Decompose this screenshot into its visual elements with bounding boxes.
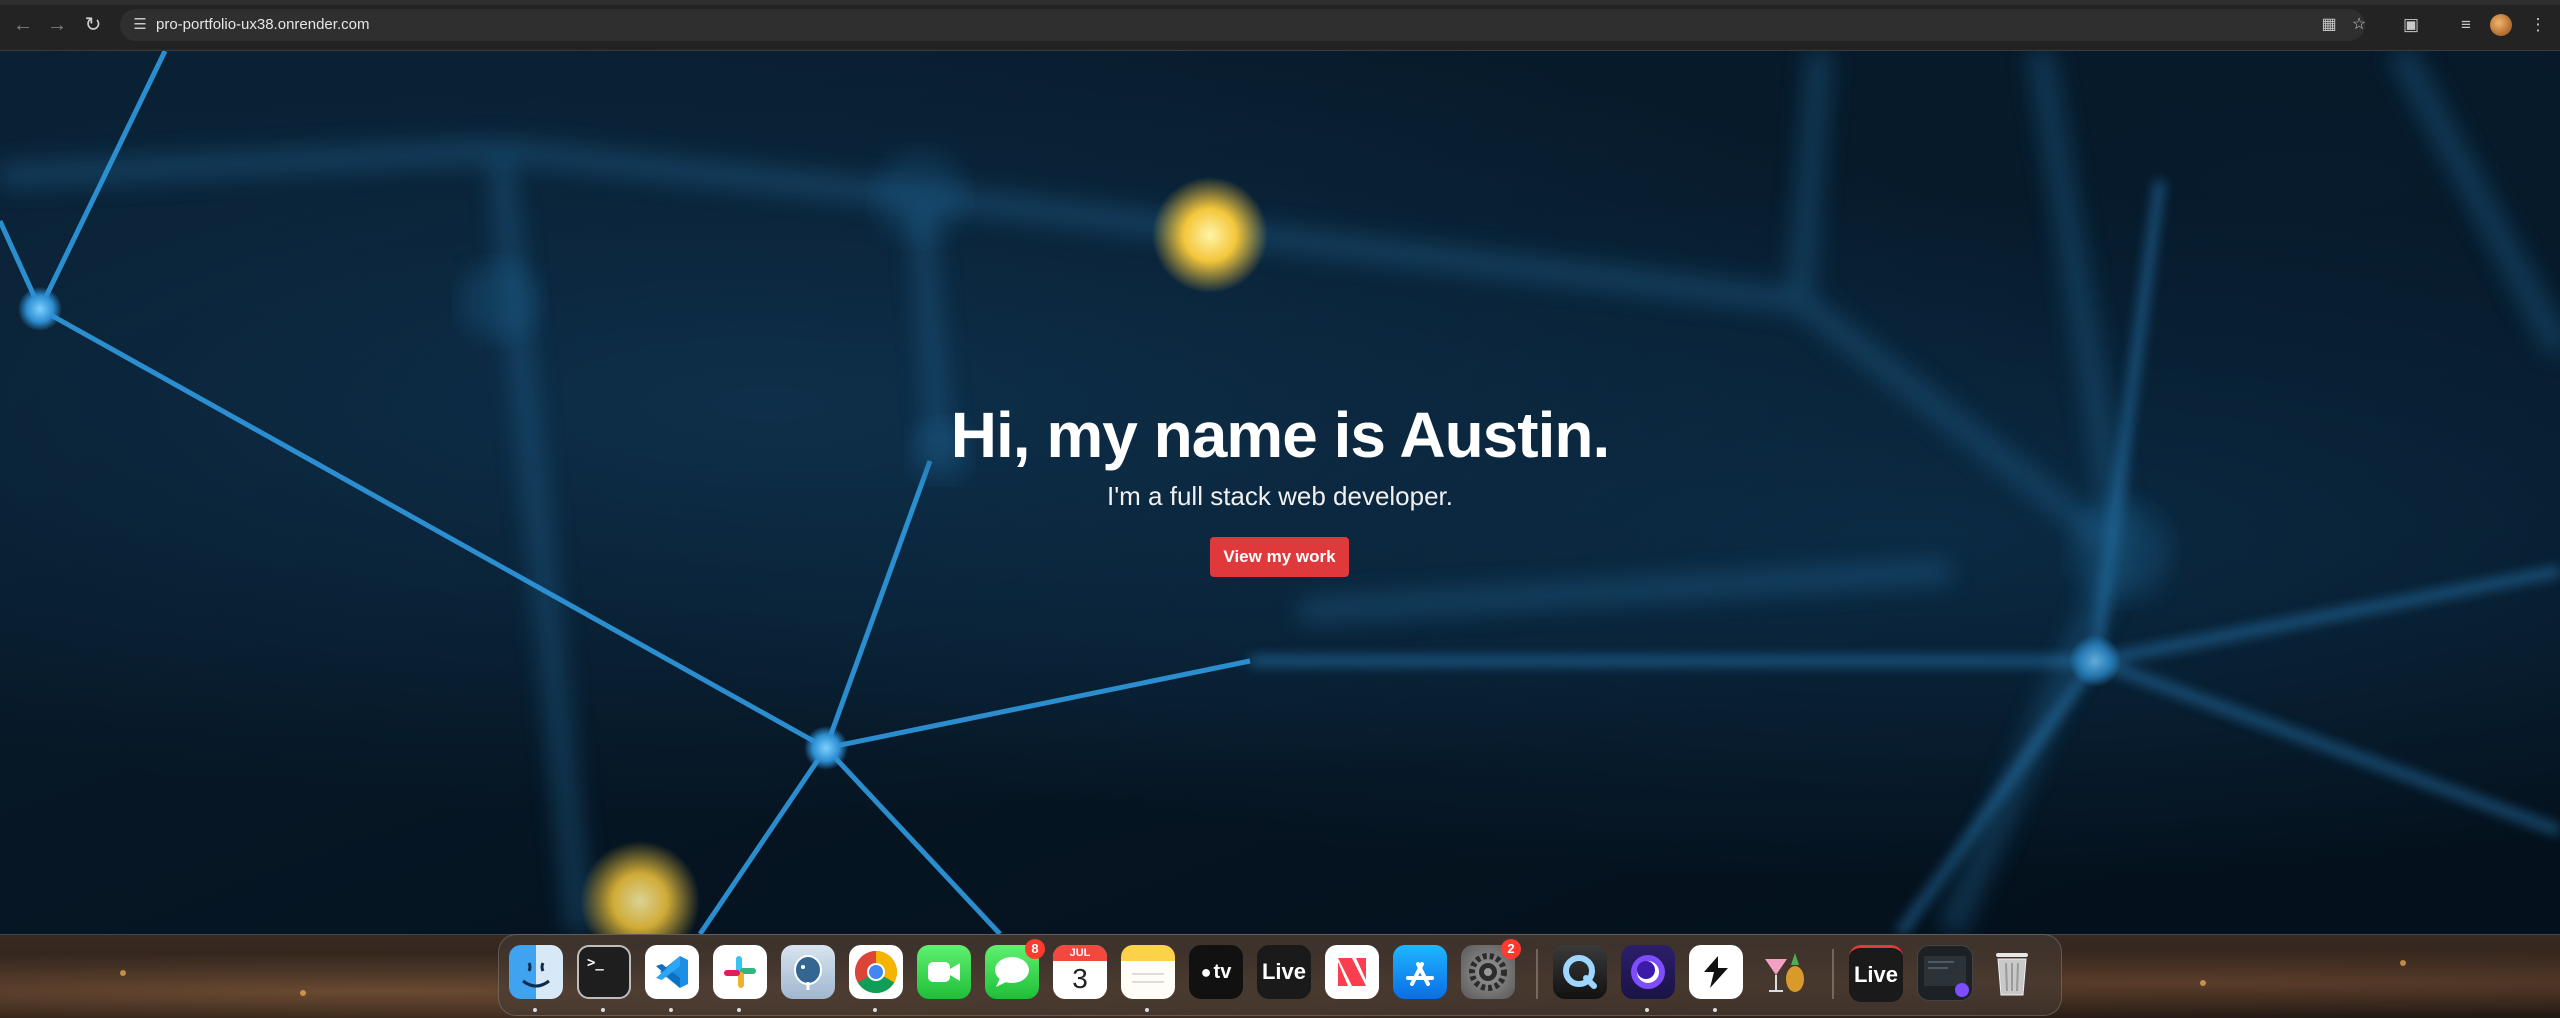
wallpaper-light <box>2200 980 2206 986</box>
trash-icon[interactable] <box>1985 945 2039 999</box>
cocktail-icon[interactable] <box>1757 945 1811 999</box>
media-controls-icon[interactable]: ≡ <box>2455 14 2477 36</box>
network-node <box>2069 635 2121 687</box>
vscode-icon[interactable] <box>645 945 699 999</box>
dock: >_ 8 JUL 3 ● tv Live 2 Live <box>498 934 2062 1016</box>
wallpaper-light <box>300 990 306 996</box>
settings-badge: 2 <box>1501 939 1521 959</box>
messages-badge: 8 <box>1025 939 1045 959</box>
apple-logo-icon: ● <box>1200 961 1212 982</box>
running-indicator <box>737 1008 741 1012</box>
network-node <box>804 726 848 770</box>
running-indicator <box>601 1008 605 1012</box>
live-icon[interactable]: Live <box>1257 945 1311 999</box>
hero-title: Hi, my name is Austin. <box>950 399 1610 471</box>
network-node <box>18 287 62 331</box>
bokeh-light <box>1152 177 1268 293</box>
terminal-icon[interactable]: >_ <box>577 945 631 999</box>
arrow-left-icon[interactable]: ← <box>12 14 34 36</box>
arrow-right-icon[interactable]: → <box>46 14 68 36</box>
dock-separator <box>1832 949 1834 999</box>
running-indicator <box>1645 1008 1649 1012</box>
calendar-icon[interactable]: JUL 3 <box>1053 945 1107 999</box>
tor-icon[interactable] <box>1621 945 1675 999</box>
notes-icon[interactable] <box>1121 945 1175 999</box>
slack-icon[interactable] <box>713 945 767 999</box>
settings-icon[interactable]: 2 <box>1461 939 1521 999</box>
browser-toolbar: ← → ↻ ☰ pro-portfolio-ux38.onrender.com … <box>0 0 2560 51</box>
menu-kebab-icon[interactable]: ⋮ <box>2527 14 2549 36</box>
reload-icon[interactable]: ↻ <box>82 14 104 36</box>
terminal-prompt: >_ <box>587 955 604 971</box>
appstore-icon[interactable] <box>1393 945 1447 999</box>
dock-separator <box>1536 949 1538 999</box>
address-bar[interactable]: ☰ pro-portfolio-ux38.onrender.com ▦ ☆ <box>120 9 2366 41</box>
live-recent-icon[interactable]: Live <box>1849 945 1903 1002</box>
chrome-icon[interactable] <box>849 945 903 999</box>
calendar-day: 3 <box>1072 963 1088 994</box>
running-indicator <box>873 1008 877 1012</box>
tab-strip <box>0 0 2560 5</box>
extensions-icon[interactable]: ▣ <box>2400 14 2422 36</box>
quicktime-icon[interactable] <box>1553 945 1607 999</box>
postgres-icon[interactable] <box>781 945 835 999</box>
view-my-work-button[interactable]: View my work <box>1210 537 1349 577</box>
appletv-icon[interactable]: ● tv <box>1189 945 1243 999</box>
messages-icon[interactable]: 8 <box>985 939 1045 999</box>
bokeh-light <box>580 841 700 934</box>
finder-icon[interactable] <box>509 945 563 999</box>
profile-avatar[interactable] <box>2490 14 2512 36</box>
facetime-icon[interactable] <box>917 945 971 999</box>
live-recent-label: Live <box>1853 962 1899 987</box>
appletv-label: tv <box>1213 960 1232 983</box>
browser-window: ← → ↻ ☰ pro-portfolio-ux38.onrender.com … <box>0 0 2560 935</box>
live-label: Live <box>1261 959 1307 984</box>
shortcuts-icon[interactable] <box>1689 945 1743 999</box>
wallpaper-light <box>2400 960 2406 966</box>
running-indicator <box>1713 1008 1717 1012</box>
news-icon[interactable] <box>1325 945 1379 999</box>
translate-icon[interactable]: ▦ <box>2318 14 2340 36</box>
running-indicator <box>1145 1008 1149 1012</box>
site-info-icon[interactable]: ☰ <box>130 15 150 35</box>
hero-subtitle: I'm a full stack web developer. <box>1106 481 1454 511</box>
running-indicator <box>533 1008 537 1012</box>
window-preview-icon[interactable] <box>1917 945 1973 1001</box>
calendar-month: JUL <box>1053 945 1107 961</box>
wallpaper-light <box>120 970 126 976</box>
hero-section: Hi, my name is Austin. I'm a full stack … <box>0 51 2560 934</box>
running-indicator <box>669 1008 673 1012</box>
url-text[interactable]: pro-portfolio-ux38.onrender.com <box>156 16 369 34</box>
bookmark-star-icon[interactable]: ☆ <box>2348 14 2370 36</box>
